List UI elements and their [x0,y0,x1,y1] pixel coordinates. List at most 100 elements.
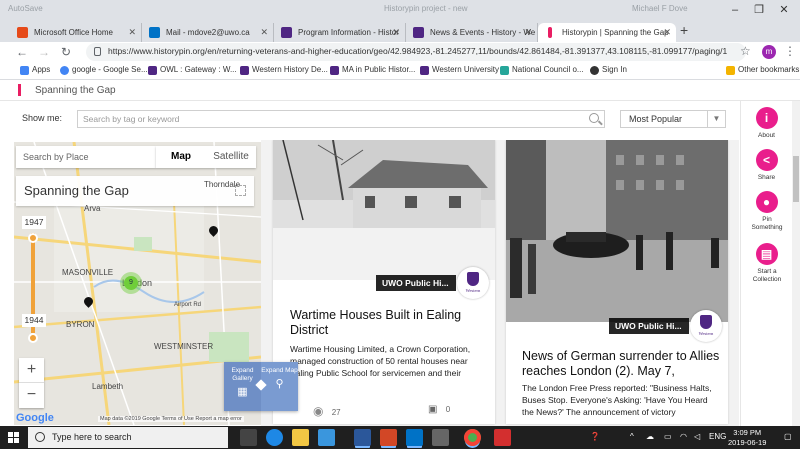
bookmark-other[interactable]: Other bookmarks [726,65,800,75]
volume-icon[interactable]: ◁ [694,432,700,441]
bookmark-western-university[interactable]: Western University [420,65,499,75]
clock-date: 2019-06-19 [728,438,767,447]
menu-icon[interactable]: ⋮ [784,44,796,58]
task-view-icon[interactable] [240,429,257,446]
expand-gallery-button[interactable]: Expand Gallery ▦ [224,362,261,411]
address-bar[interactable]: https://www.historypin.org/en/returning-… [86,43,746,61]
bookmark-star-icon[interactable]: ☆ [740,44,751,58]
pin-something-button[interactable]: ● Pin Something [741,191,792,232]
close-tab-icon[interactable]: ✕ [524,23,532,42]
place-search-placeholder: Search by Place [23,152,89,162]
rail-label: Pin Something [751,216,783,231]
historypin-pin-icon [548,27,552,38]
year-start-handle[interactable] [28,233,38,243]
back-icon[interactable]: ← [14,44,30,60]
year-end-handle[interactable] [28,333,38,343]
western-crest-icon: Western [457,267,489,299]
language-indicator[interactable]: ENG [709,432,726,441]
bookmark-label: MA in Public Histor... [342,65,416,74]
card-title[interactable]: News of German surrender to Allies reach… [522,349,720,379]
close-tab-icon[interactable]: ✕ [128,23,136,42]
bookmark-western-history[interactable]: Western History De... [240,65,328,75]
chrome-icon[interactable] [464,429,481,446]
show-hidden-icons-icon[interactable]: ^ [630,432,634,441]
close-tab-icon[interactable]: ✕ [663,23,671,42]
card-photo[interactable] [273,140,495,280]
help-icon[interactable]: ❓ [590,432,600,441]
expand-controls: Expand Gallery ▦ Expand Map ⚲ [224,362,298,411]
forward-icon[interactable]: → [36,44,52,60]
bookmark-apps[interactable]: Apps [20,65,51,75]
map-type-map-button[interactable]: Map [156,146,206,168]
historypin-logo-icon[interactable] [18,84,21,96]
tab-label: Program Information - Histor [298,28,399,37]
powerpoint-icon[interactable] [380,429,397,446]
tab-office-home[interactable]: Microsoft Office Home ✕ [10,23,142,42]
sort-select[interactable]: Most Popular ▼ [620,110,726,128]
bookmark-label: Apps [32,65,51,74]
zoom-in-button[interactable]: + [19,358,44,383]
start-collection-button[interactable]: ▤ Start a Collection [741,243,792,284]
wifi-icon[interactable]: ◠ [680,432,687,441]
new-tab-button[interactable]: + [680,22,688,38]
scrollbar-thumb[interactable] [793,156,799,202]
tab-historypin[interactable]: Historypin | Spanning the Gap ✕ [538,23,676,42]
rail-label: Share [757,174,776,181]
comment-icon: ▣ [428,404,438,415]
search-placeholder: Search by tag or keyword [83,114,180,124]
share-button[interactable]: < Share [741,149,792,182]
word-icon[interactable] [354,429,371,446]
collection-icon: ▤ [755,243,778,265]
chevron-down-icon[interactable]: ▼ [707,111,725,127]
network-icon[interactable]: ▭ [664,432,672,441]
card-photo-image [273,140,495,280]
show-me-label: Show me: [22,113,63,123]
project-name[interactable]: Spanning the Gap [35,85,116,96]
expand-map-button[interactable]: Expand Map ⚲ [261,362,298,411]
tab-mail[interactable]: Mail - mdove2@uwo.ca ✕ [142,23,274,42]
taskbar-search-input[interactable]: Type here to search [28,427,228,448]
tag-search-input[interactable]: Search by tag or keyword [77,110,605,128]
taskbar-clock[interactable]: 3:09 PM 2019-06-19 [728,428,766,448]
year-range-slider[interactable]: 1947 1944 [22,216,46,351]
edge-icon[interactable] [266,429,283,446]
profile-avatar[interactable]: m [762,45,776,59]
url-text[interactable]: https://www.historypin.org/en/returning-… [108,46,727,56]
tab-program-info[interactable]: Program Information - Histor ✕ [274,23,406,42]
card-photo[interactable] [506,140,728,322]
maximize-icon[interactable]: ❐ [752,3,766,17]
gallery-card[interactable]: UWO Public Hi... Western Wartime Houses … [273,140,495,424]
windows-start-icon[interactable] [8,432,19,443]
close-icon[interactable]: ✕ [777,3,791,17]
bookmark-owl[interactable]: OWL : Gateway : W... [148,65,237,75]
acrobat-icon[interactable] [494,429,511,446]
store-icon[interactable] [318,429,335,446]
gallery-card[interactable]: UWO Public Hi... Western News of German … [506,140,728,424]
bookmark-ma-public-history[interactable]: MA in Public Histor... [330,65,416,75]
search-icon[interactable] [589,113,599,123]
place-search-input[interactable]: Search by Place [16,146,156,168]
file-explorer-icon[interactable] [292,429,309,446]
outlook-icon[interactable] [406,429,423,446]
map-cluster-marker[interactable]: 9 [124,276,138,290]
zoom-out-button[interactable]: − [19,383,44,408]
photo-credit: UWO Public Hi... [609,318,689,334]
page-scrollbar[interactable] [792,101,800,426]
map-type-satellite-button[interactable]: Satellite [206,146,256,168]
reload-icon[interactable]: ↻ [58,44,74,60]
close-tab-icon[interactable]: ✕ [392,23,400,42]
crest-text: Western [465,288,481,293]
card-title[interactable]: Wartime Houses Built in Ealing District [290,308,485,338]
bookmark-sign-in[interactable]: Sign In [590,65,627,75]
close-tab-icon[interactable]: ✕ [260,23,268,42]
tab-news-events[interactable]: News & Events - History - We ✕ [406,23,538,42]
bookmark-label: Other bookmarks [738,65,800,74]
onedrive-icon[interactable]: ☁ [646,432,654,441]
notifications-icon[interactable]: ▢ [784,432,792,441]
photos-icon[interactable] [432,429,449,446]
about-button[interactable]: i About [741,107,792,140]
pin-icon: ● [755,191,778,213]
minimize-icon[interactable]: – [728,3,742,17]
bookmark-national-council[interactable]: National Council o... [500,65,584,75]
bookmark-google[interactable]: google - Google Se... [60,65,148,75]
